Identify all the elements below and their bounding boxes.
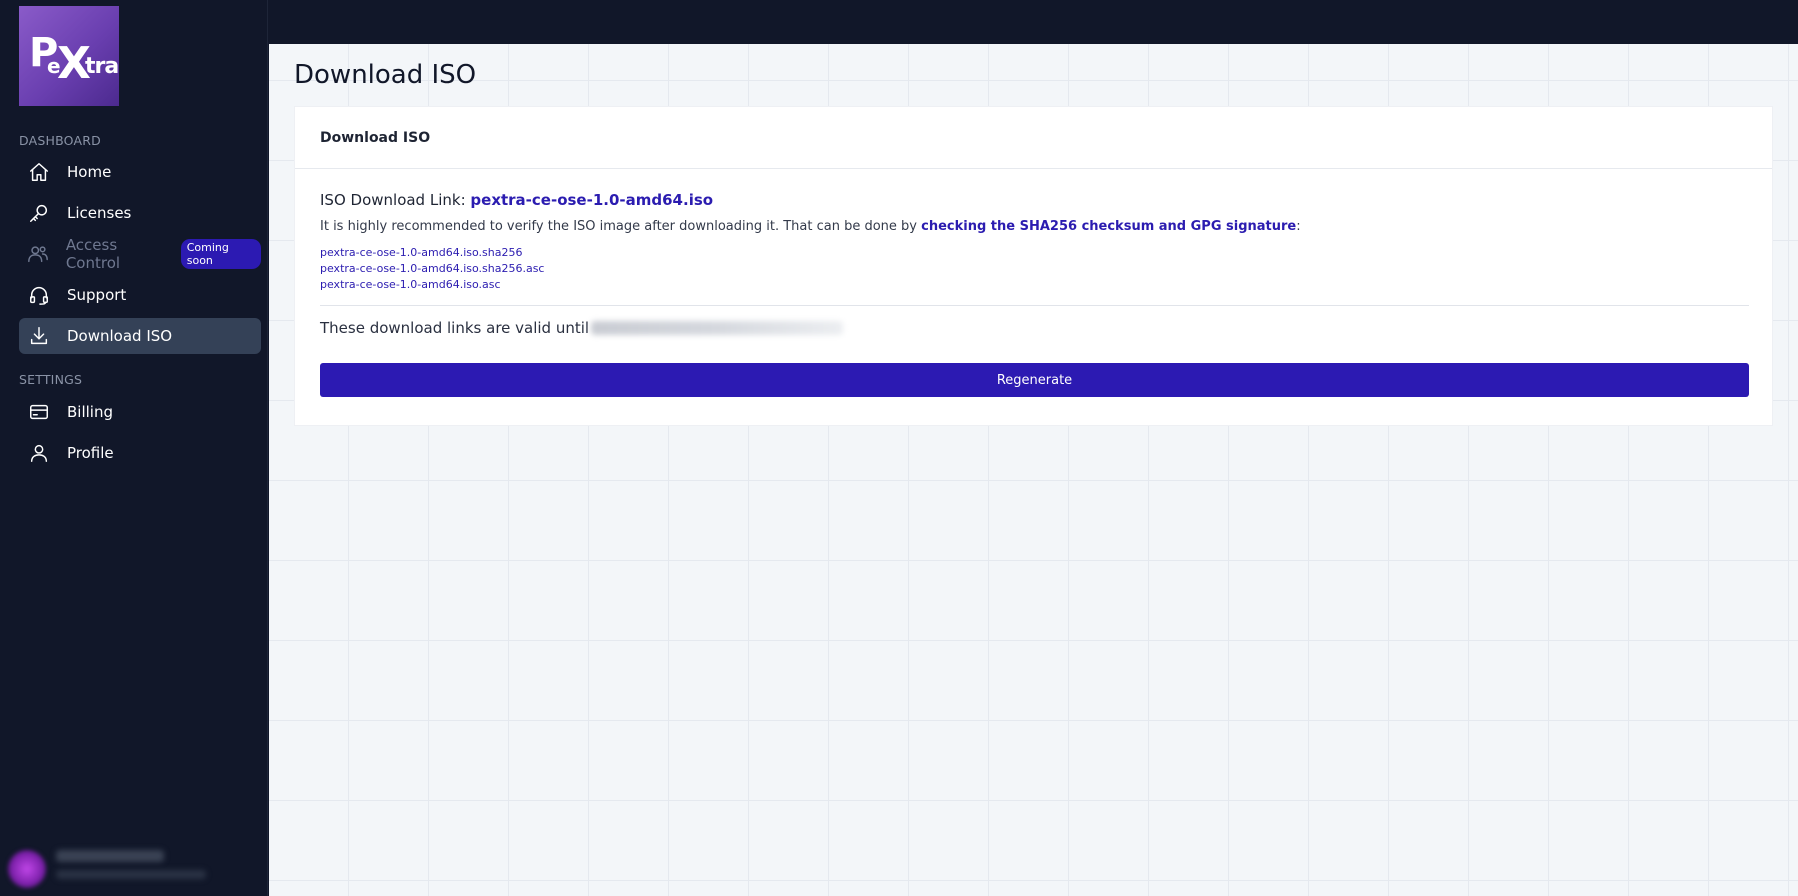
users-icon xyxy=(27,242,50,266)
sidebar-item-billing[interactable]: Billing xyxy=(19,394,261,430)
verify-checksum-link[interactable]: checking the SHA256 checksum and GPG sig… xyxy=(921,219,1296,234)
pextra-logo[interactable]: P e X tra xyxy=(19,6,119,106)
recommend-text: It is highly recommended to verify the I… xyxy=(320,219,917,234)
section-label-dashboard: DASHBOARD xyxy=(19,133,101,148)
home-icon xyxy=(27,160,51,184)
sidebar-item-access-control: Access Control Coming soon xyxy=(19,236,261,272)
download-iso-card: Download ISO ISO Download Link: pextra-c… xyxy=(294,106,1773,426)
sha256-file-link[interactable]: pextra-ce-ose-1.0-amd64.iso.sha256 xyxy=(320,245,544,261)
checksum-file-list: pextra-ce-ose-1.0-amd64.iso.sha256 pextr… xyxy=(320,245,544,293)
section-label-settings: SETTINGS xyxy=(19,372,83,387)
card-header: Download ISO xyxy=(295,107,1772,169)
verify-recommendation: It is highly recommended to verify the I… xyxy=(320,219,1301,234)
sidebar: P e X tra DASHBOARD Home Licenses Access… xyxy=(0,0,268,896)
headset-icon xyxy=(27,283,51,307)
validity-line: These download links are valid until xyxy=(320,319,844,337)
sidebar-item-label: Licenses xyxy=(67,204,132,222)
user-account-menu[interactable] xyxy=(0,836,268,896)
validity-text: These download links are valid until xyxy=(320,319,590,337)
iso-download-label: ISO Download Link: xyxy=(320,191,466,209)
regenerate-button[interactable]: Regenerate xyxy=(320,363,1749,397)
recommend-suffix: : xyxy=(1296,219,1301,234)
sidebar-item-download-iso[interactable]: Download ISO xyxy=(19,318,261,354)
sha256-asc-file-link[interactable]: pextra-ce-ose-1.0-amd64.iso.sha256.asc xyxy=(320,261,544,277)
iso-download-link[interactable]: pextra-ce-ose-1.0-amd64.iso xyxy=(470,191,713,209)
credit-card-icon xyxy=(27,400,51,424)
sidebar-item-label: Download ISO xyxy=(67,327,173,345)
sidebar-item-support[interactable]: Support xyxy=(19,277,261,313)
coming-soon-badge: Coming soon xyxy=(180,239,261,269)
expiry-date-redacted xyxy=(591,321,844,335)
sidebar-item-home[interactable]: Home xyxy=(19,154,261,190)
key-icon xyxy=(27,201,51,225)
iso-download-line: ISO Download Link: pextra-ce-ose-1.0-amd… xyxy=(320,191,713,209)
avatar xyxy=(8,850,46,888)
sidebar-item-label: Support xyxy=(67,286,127,304)
user-icon xyxy=(27,441,51,465)
user-name-redacted xyxy=(56,850,164,862)
page-title: Download ISO xyxy=(294,60,477,90)
sidebar-item-licenses[interactable]: Licenses xyxy=(19,195,261,231)
sidebar-item-label: Profile xyxy=(67,444,114,462)
sidebar-item-profile[interactable]: Profile xyxy=(19,435,261,471)
sidebar-item-label: Access Control xyxy=(65,236,121,272)
user-email-redacted xyxy=(56,870,206,879)
iso-asc-file-link[interactable]: pextra-ce-ose-1.0-amd64.iso.asc xyxy=(320,277,544,293)
sidebar-item-label: Home xyxy=(67,163,112,181)
main-content: Download ISO Download ISO ISO Download L… xyxy=(269,44,1798,896)
sidebar-item-label: Billing xyxy=(67,403,113,421)
top-bar xyxy=(269,0,1798,44)
divider xyxy=(320,305,1749,306)
download-icon xyxy=(27,324,51,348)
